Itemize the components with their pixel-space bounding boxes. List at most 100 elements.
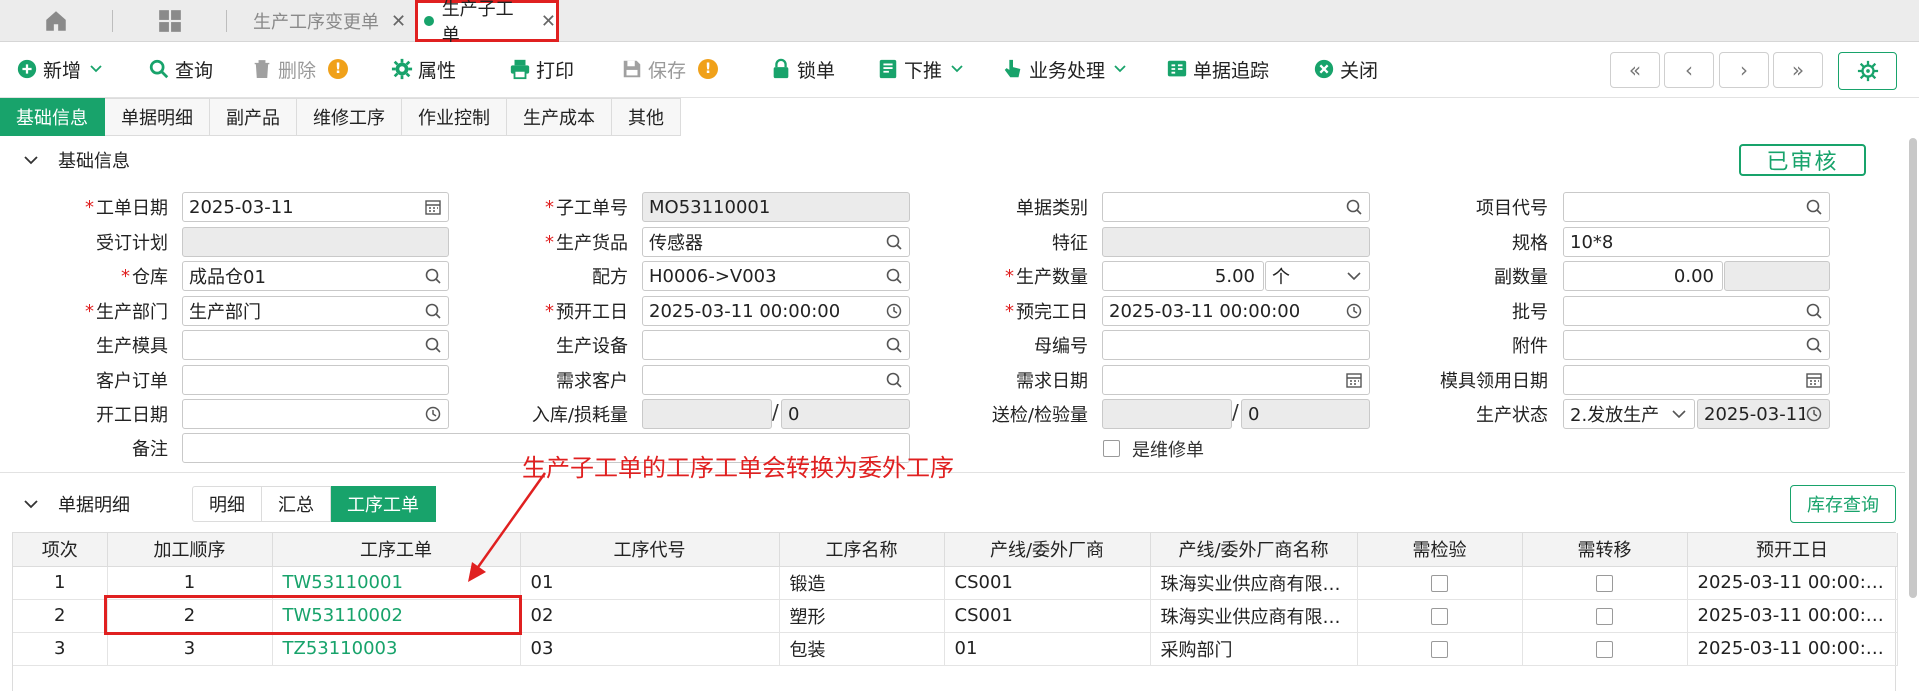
product-field[interactable]: 传感器 <box>642 227 910 257</box>
home-icon[interactable] <box>43 8 69 34</box>
is-repair-label: 是维修单 <box>1132 440 1204 461</box>
inspect-checkbox[interactable] <box>1431 640 1448 658</box>
close-button[interactable]: 关闭 <box>1313 54 1378 84</box>
col-header[interactable]: 产线/委外厂商 <box>944 533 1151 567</box>
search-icon[interactable] <box>424 267 442 285</box>
stock-query-button[interactable]: 库存查询 <box>1790 485 1896 523</box>
prod-equipment-field[interactable] <box>642 330 910 360</box>
tab-basic-info[interactable]: 基础信息 <box>0 98 105 136</box>
tab-work-control[interactable]: 作业控制 <box>402 98 507 136</box>
detail-tabs: 明细 汇总 工序工单 <box>192 486 436 522</box>
transfer-checkbox[interactable] <box>1596 574 1613 592</box>
tab-summary[interactable]: 汇总 <box>262 486 331 522</box>
search-icon[interactable] <box>424 336 442 354</box>
prod-status-date-field: 2025-03-11 <box>1697 399 1830 429</box>
formula-field[interactable]: H0006->V003 <box>642 261 910 291</box>
inspect-checkbox[interactable] <box>1431 607 1448 625</box>
transfer-checkbox[interactable] <box>1596 607 1613 625</box>
save-button[interactable]: 保存 ! <box>621 54 719 84</box>
col-header[interactable]: 项次 <box>13 533 108 567</box>
tab-by-product[interactable]: 副产品 <box>210 98 297 136</box>
calendar-icon[interactable] <box>424 198 442 216</box>
print-button[interactable]: 打印 <box>509 54 574 84</box>
tab-process-work-order[interactable]: 工序工单 <box>331 486 436 522</box>
business-process-button[interactable]: 业务处理 <box>1002 54 1127 84</box>
parent-no-field[interactable] <box>1102 330 1370 360</box>
search-icon[interactable] <box>1805 198 1823 216</box>
tab-detail[interactable]: 明细 <box>192 486 262 522</box>
attachment-field[interactable] <box>1563 330 1830 360</box>
search-icon[interactable] <box>885 371 903 389</box>
search-icon[interactable] <box>1805 336 1823 354</box>
basic-info-header[interactable]: 基础信息 <box>0 139 1919 181</box>
col-header[interactable]: 加工顺序 <box>107 533 273 567</box>
tab-other[interactable]: 其他 <box>612 98 681 136</box>
tab-process-change[interactable]: 生产工序变更单 ✕ <box>228 0 413 42</box>
sub-qty-field[interactable]: 0.00 <box>1563 261 1723 291</box>
close-icon[interactable]: ✕ <box>391 11 406 32</box>
calendar-icon[interactable] <box>1805 371 1823 389</box>
col-header[interactable]: 预开工日 <box>1687 533 1898 567</box>
mold-use-date-field[interactable] <box>1563 365 1830 395</box>
demand-date-field[interactable] <box>1102 365 1370 395</box>
status-badge: 已审核 <box>1739 144 1866 176</box>
doc-type-field[interactable] <box>1102 192 1370 222</box>
col-header[interactable]: 工序名称 <box>779 533 945 567</box>
new-button[interactable]: 新增 <box>16 54 103 84</box>
prod-mold-field[interactable] <box>182 330 449 360</box>
cell-item: 1 <box>13 566 108 600</box>
prod-dept-field[interactable]: 生产部门 <box>182 296 449 326</box>
close-icon[interactable]: ✕ <box>541 11 556 32</box>
grid-icon[interactable] <box>157 8 183 34</box>
close-label: 关闭 <box>1340 59 1379 82</box>
lock-button[interactable]: 锁单 <box>770 54 835 84</box>
tab-doc-detail[interactable]: 单据明细 <box>105 98 210 136</box>
query-button[interactable]: 查询 <box>148 54 213 84</box>
customer-order-field[interactable] <box>182 365 449 395</box>
search-icon[interactable] <box>885 336 903 354</box>
tab-separator <box>226 10 227 32</box>
clock-icon[interactable] <box>424 405 442 423</box>
order-date-field[interactable]: 2025-03-11 <box>182 192 449 222</box>
delete-button[interactable]: 删除 ! <box>251 54 349 84</box>
properties-button[interactable]: 属性 <box>391 54 456 84</box>
inspect-checkbox[interactable] <box>1431 574 1448 592</box>
warehouse-field[interactable]: 成品仓01 <box>182 261 449 291</box>
tab-sub-work-order[interactable]: 生产子工单 ✕ <box>415 0 559 46</box>
prod-qty-field[interactable]: 5.00 <box>1102 261 1264 291</box>
clock-icon[interactable] <box>885 302 903 320</box>
push-down-button[interactable]: 下推 <box>877 54 964 84</box>
project-code-field[interactable] <box>1563 192 1830 222</box>
is-repair-checkbox[interactable] <box>1103 440 1120 457</box>
batch-no-field[interactable] <box>1563 296 1830 326</box>
unit-select[interactable]: 个 <box>1265 261 1370 291</box>
col-header[interactable]: 产线/委外厂商名称 <box>1150 533 1358 567</box>
plan-finish-field[interactable]: 2025-03-11 00:00:00 <box>1102 296 1370 326</box>
trace-button[interactable]: 单据追踪 <box>1166 54 1269 84</box>
search-icon[interactable] <box>424 302 442 320</box>
table-row[interactable]: 3 3 TZ53110003 03 包装 01 采购部门 2025-03-11 … <box>13 632 1898 666</box>
transfer-checkbox[interactable] <box>1596 640 1613 658</box>
search-icon[interactable] <box>885 233 903 251</box>
col-header[interactable]: 需转移 <box>1522 533 1688 567</box>
demand-customer-field[interactable] <box>642 365 910 395</box>
spec-field[interactable]: 10*8 <box>1563 227 1830 257</box>
calendar-icon[interactable] <box>1345 371 1363 389</box>
start-date-field[interactable] <box>182 399 449 429</box>
prod-status-select[interactable]: 2.发放生产 <box>1563 399 1695 429</box>
next-record-button[interactable]: › <box>1719 52 1769 88</box>
work-order-link[interactable]: TZ53110003 <box>272 632 521 666</box>
last-record-button[interactable]: » <box>1773 52 1823 88</box>
vertical-scrollbar[interactable] <box>1909 138 1917 598</box>
prev-record-button[interactable]: ‹ <box>1664 52 1714 88</box>
search-icon[interactable] <box>885 267 903 285</box>
tab-prod-cost[interactable]: 生产成本 <box>507 98 612 136</box>
tab-repair-process[interactable]: 维修工序 <box>297 98 402 136</box>
first-record-button[interactable]: « <box>1610 52 1660 88</box>
clock-icon[interactable] <box>1345 302 1363 320</box>
plan-start-field[interactable]: 2025-03-11 00:00:00 <box>642 296 910 326</box>
col-header[interactable]: 需检验 <box>1357 533 1523 567</box>
search-icon[interactable] <box>1345 198 1363 216</box>
settings-button[interactable] <box>1838 52 1897 90</box>
search-icon[interactable] <box>1805 302 1823 320</box>
